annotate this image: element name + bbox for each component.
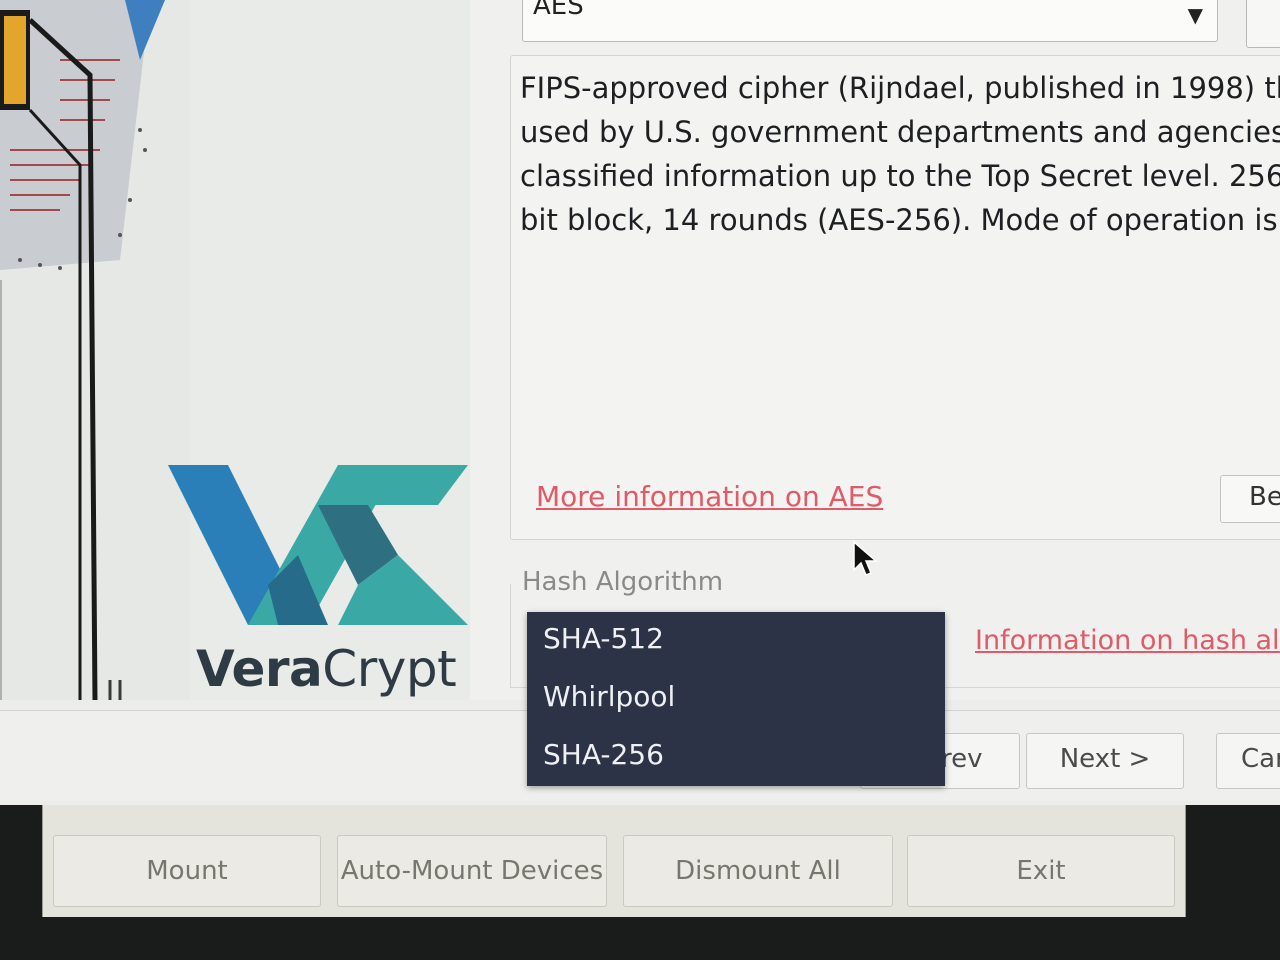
more-info-aes-link[interactable]: More information on AES	[536, 480, 883, 513]
veracrypt-logo-text: VeraCrypt	[196, 640, 457, 698]
veracrypt-main-window: Mount Auto-Mount Devices Dismount All Ex…	[42, 805, 1186, 917]
wizard-content: AES ▼ FIPS-approved cipher (Rijndael, pu…	[470, 0, 1280, 700]
chevron-down-icon: ▼	[1187, 3, 1203, 27]
encryption-algorithm-select[interactable]: AES ▼	[522, 0, 1218, 42]
mount-button[interactable]: Mount	[53, 835, 321, 907]
auto-mount-devices-button[interactable]: Auto-Mount Devices	[337, 835, 607, 907]
wizard-side-panel: VeraCrypt	[0, 0, 470, 700]
benchmark-button[interactable]: Ben	[1220, 475, 1280, 523]
algorithm-description: FIPS-approved cipher (Rijndael, publishe…	[520, 71, 1280, 237]
hash-algorithm-dropdown[interactable]: SHA-512 Whirlpool SHA-256	[527, 612, 945, 786]
cancel-button[interactable]: Car	[1216, 733, 1280, 789]
hash-option-sha512[interactable]: SHA-512	[543, 622, 664, 655]
hash-option-sha256[interactable]: SHA-256	[543, 738, 664, 771]
encryption-algorithm-value: AES	[533, 0, 584, 21]
exit-button[interactable]: Exit	[907, 835, 1175, 907]
veracrypt-logo-icon	[168, 465, 468, 625]
test-button[interactable]	[1246, 0, 1280, 48]
volume-creation-wizard: VeraCrypt AES ▼ FIPS-approved cipher (Ri…	[0, 0, 1280, 805]
mouse-pointer-icon	[853, 540, 879, 576]
hash-option-whirlpool[interactable]: Whirlpool	[543, 680, 675, 713]
next-button[interactable]: Next >	[1026, 733, 1184, 789]
hash-info-link[interactable]: Information on hash algo	[975, 625, 1280, 656]
dismount-all-button[interactable]: Dismount All	[623, 835, 893, 907]
circuit-graphic	[0, 0, 190, 700]
